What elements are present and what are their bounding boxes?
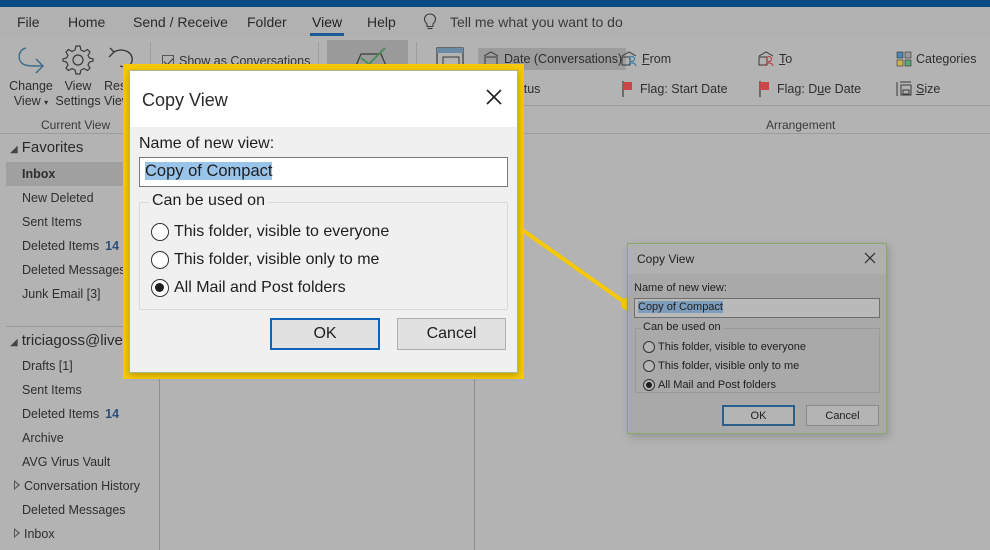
arrangement-size[interactable]: Size	[896, 78, 940, 100]
cancel-button[interactable]: Cancel	[397, 318, 506, 350]
to-icon	[758, 51, 774, 67]
size-icon	[896, 81, 912, 96]
radio-this-folder-everyone[interactable]: This folder, visible to everyone	[643, 341, 806, 353]
current-view-group-label: Current View	[41, 118, 111, 132]
radio-checked-icon	[151, 279, 169, 297]
folder-inbox[interactable]: Inbox	[10, 522, 164, 546]
arrangement-from[interactable]: From	[620, 48, 671, 70]
tab-view[interactable]: View	[309, 14, 345, 36]
dialog-title-bar: Copy View	[130, 71, 517, 127]
radio-checked-icon	[643, 379, 655, 391]
flag-icon	[622, 81, 632, 97]
account-header[interactable]: ◢ triciagoss@live.	[10, 332, 127, 349]
dialog-title-bar: Copy View	[628, 244, 886, 274]
arrangement-flag-start-date[interactable]: Flag: Start Date	[620, 78, 728, 100]
tab-file[interactable]: File	[17, 14, 40, 30]
tab-send-receive[interactable]: Send / Receive	[133, 14, 228, 30]
lightbulb-icon	[423, 13, 437, 30]
arrangement-flag-due-date[interactable]: Flag: Due Date	[757, 78, 861, 100]
change-view-label-1: Change	[9, 79, 53, 93]
group-label: Can be used on	[149, 192, 268, 210]
radio-icon	[151, 223, 169, 241]
copy-view-dialog: Copy View Name of new view: Copy of Comp…	[627, 243, 887, 434]
menu-bar: File Home Send / Receive Folder View Hel…	[0, 7, 990, 38]
radio-icon	[643, 341, 655, 353]
close-icon[interactable]	[864, 252, 876, 264]
flag-icon	[759, 81, 769, 97]
radio-all-mail-post-folders[interactable]: All Mail and Post folders	[643, 379, 776, 391]
ok-button[interactable]: OK	[722, 405, 795, 426]
tell-me-search[interactable]: Tell me what you want to do	[450, 14, 623, 30]
expand-icon[interactable]	[14, 480, 20, 490]
categories-icon	[896, 51, 912, 67]
arrangement-group-label: Arrangement	[766, 118, 836, 132]
gear-icon	[62, 45, 94, 75]
view-name-value: Copy of Compact	[145, 162, 273, 180]
change-view-label-2: View ▾	[13, 94, 49, 108]
folder-avg-virus-vault[interactable]: AVG Virus Vault	[6, 450, 160, 474]
view-settings-label-1: View	[64, 79, 92, 93]
radio-icon	[643, 360, 655, 372]
radio-this-folder-only-me[interactable]: This folder, visible only to me	[643, 360, 799, 372]
arrangement-label: Categories	[916, 52, 977, 66]
close-icon[interactable]	[485, 88, 503, 106]
folder-archive[interactable]: Archive	[6, 426, 160, 450]
view-settings-button[interactable]: View Settings	[55, 44, 101, 109]
title-bar	[0, 0, 990, 7]
change-view-icon	[18, 47, 45, 74]
tab-folder[interactable]: Folder	[247, 14, 287, 30]
view-name-input[interactable]: Copy of Compact	[139, 157, 508, 187]
tab-help[interactable]: Help	[367, 14, 396, 30]
radio-this-folder-everyone[interactable]: This folder, visible to everyone	[151, 223, 389, 241]
dialog-title: Copy View	[637, 252, 695, 266]
name-label: Name of new view:	[139, 135, 275, 152]
tab-home[interactable]: Home	[68, 14, 105, 30]
radio-this-folder-only-me[interactable]: This folder, visible only to me	[151, 251, 379, 269]
folder-conversation-history[interactable]: Conversation History	[10, 474, 164, 498]
copy-view-dialog-zoomed: Copy View Name of new view: Copy of Comp…	[129, 70, 518, 373]
ok-button[interactable]: OK	[270, 318, 380, 350]
arrangement-label: From	[642, 52, 672, 66]
view-name-value: Copy of Compact	[638, 301, 723, 313]
radio-icon	[151, 251, 169, 269]
folder-sent-items[interactable]: Sent Items	[6, 378, 160, 402]
arrangement-label: To	[779, 52, 793, 66]
folder-deleted-messages[interactable]: Deleted Messages	[6, 498, 160, 522]
arrangement-label: Size	[916, 82, 941, 96]
arrangement-to[interactable]: To	[757, 48, 792, 70]
cancel-button[interactable]: Cancel	[806, 405, 879, 426]
ribbon-divider	[476, 105, 990, 106]
radio-all-mail-post-folders[interactable]: All Mail and Post folders	[151, 279, 346, 297]
unread-count: 14	[105, 407, 120, 421]
expand-icon[interactable]	[14, 528, 20, 538]
name-label: Name of new view:	[634, 282, 727, 294]
view-name-input[interactable]: Copy of Compact	[634, 298, 880, 318]
arrangement-label: Flag: Start Date	[640, 82, 728, 96]
from-icon	[621, 51, 637, 67]
folder-deleted-items[interactable]: Deleted Items 14	[6, 402, 160, 426]
change-view-button[interactable]: Change View ▾	[8, 44, 54, 110]
group-label: Can be used on	[641, 321, 723, 333]
arrangement-categories[interactable]: Categories	[896, 48, 976, 70]
dialog-title: Copy View	[142, 90, 228, 110]
favorites-header[interactable]: ◢ Favorites	[10, 139, 83, 156]
arrangement-label: Flag: Due Date	[777, 82, 862, 96]
unread-count: 14	[105, 239, 120, 253]
view-settings-label-2: Settings	[55, 94, 101, 108]
